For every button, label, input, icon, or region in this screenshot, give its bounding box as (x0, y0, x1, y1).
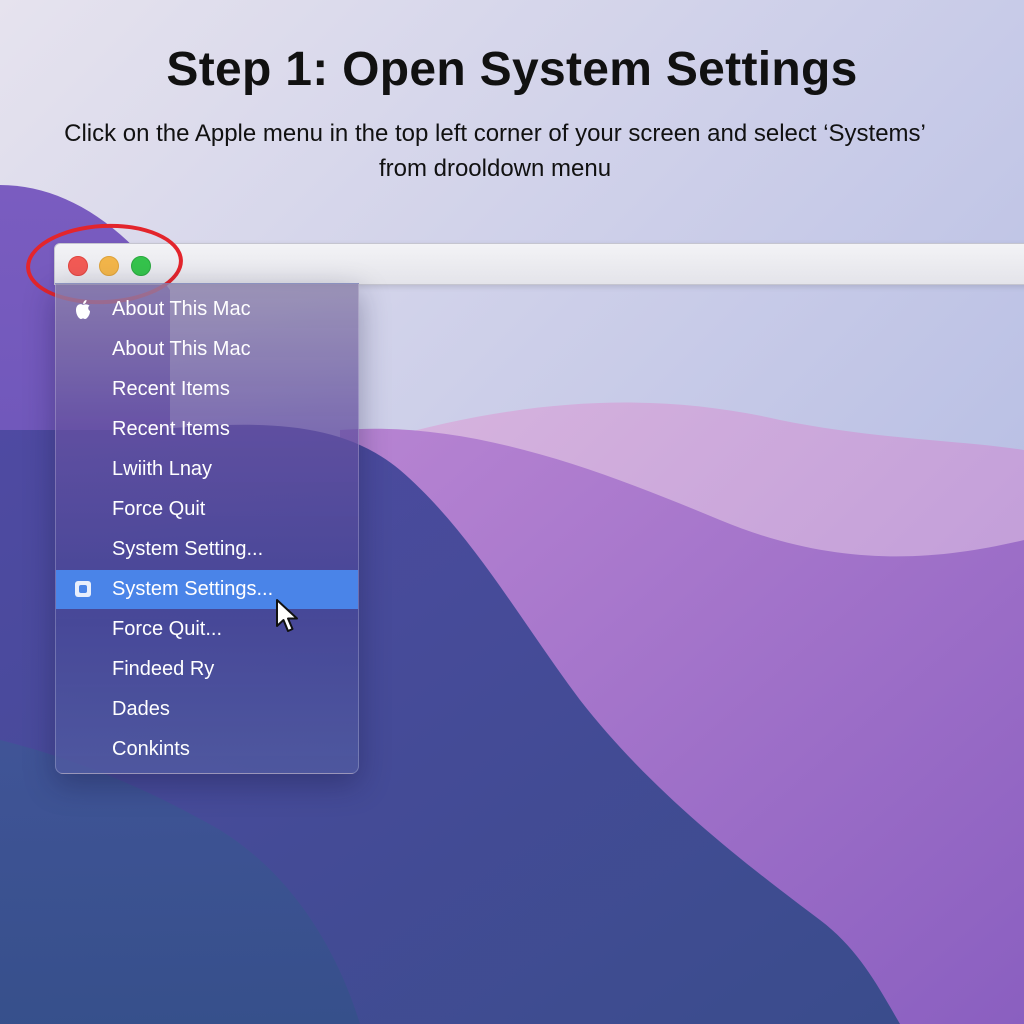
menu-item-label: Force Quit... (112, 618, 223, 640)
menu-item-about-this-mac[interactable]: About This Mac (56, 290, 358, 329)
menu-item-recent-items[interactable]: Recent Items (56, 370, 358, 409)
settings-icon (75, 581, 91, 597)
menu-item-label: About This Mac (112, 338, 251, 360)
menu-item-findeed-ry[interactable]: Findeed Ry (56, 650, 358, 689)
menu-item-label: Conkints (112, 738, 190, 760)
menu-item-force-quit[interactable]: Force Quit (56, 490, 358, 529)
mouse-pointer-icon (276, 599, 298, 632)
menu-item-dades[interactable]: Dades (56, 690, 358, 729)
tutorial-instruction: Click on the Apple menu in the top left … (64, 120, 926, 182)
menu-item-label: Force Quit (112, 498, 206, 520)
menu-item-recent-items[interactable]: Recent Items (56, 410, 358, 449)
menu-item-label: System Settings... (112, 578, 274, 600)
apple-icon (76, 300, 90, 319)
menu-item-system-settings[interactable]: System Settings... (56, 570, 358, 609)
menu-item-label: Recent Items (112, 378, 230, 400)
window-title-bar (54, 243, 1024, 285)
menu-item-label: Recent Items (112, 418, 230, 440)
menu-item-label: About This Mac (112, 298, 251, 320)
menu-item-label: Findeed Ry (112, 658, 215, 680)
menu-item-lwiith-lnay[interactable]: Lwiith Lnay (56, 450, 358, 489)
tutorial-title: Step 1: Open System Settings (166, 43, 858, 96)
apple-dropdown-menu: About This Mac About This Mac Recent Ite… (55, 283, 359, 774)
menu-item-force-quit[interactable]: Force Quit... (56, 610, 358, 649)
menu-item-label: System Setting... (112, 538, 264, 560)
menu-item-system-setting[interactable]: System Setting... (56, 530, 358, 569)
menu-item-label: Dades (112, 698, 170, 720)
menu-item-conkints[interactable]: Conkints (56, 730, 358, 769)
menu-item-label: Lwiith Lnay (112, 458, 213, 480)
menu-item-about-this-mac[interactable]: About This Mac (56, 330, 358, 369)
